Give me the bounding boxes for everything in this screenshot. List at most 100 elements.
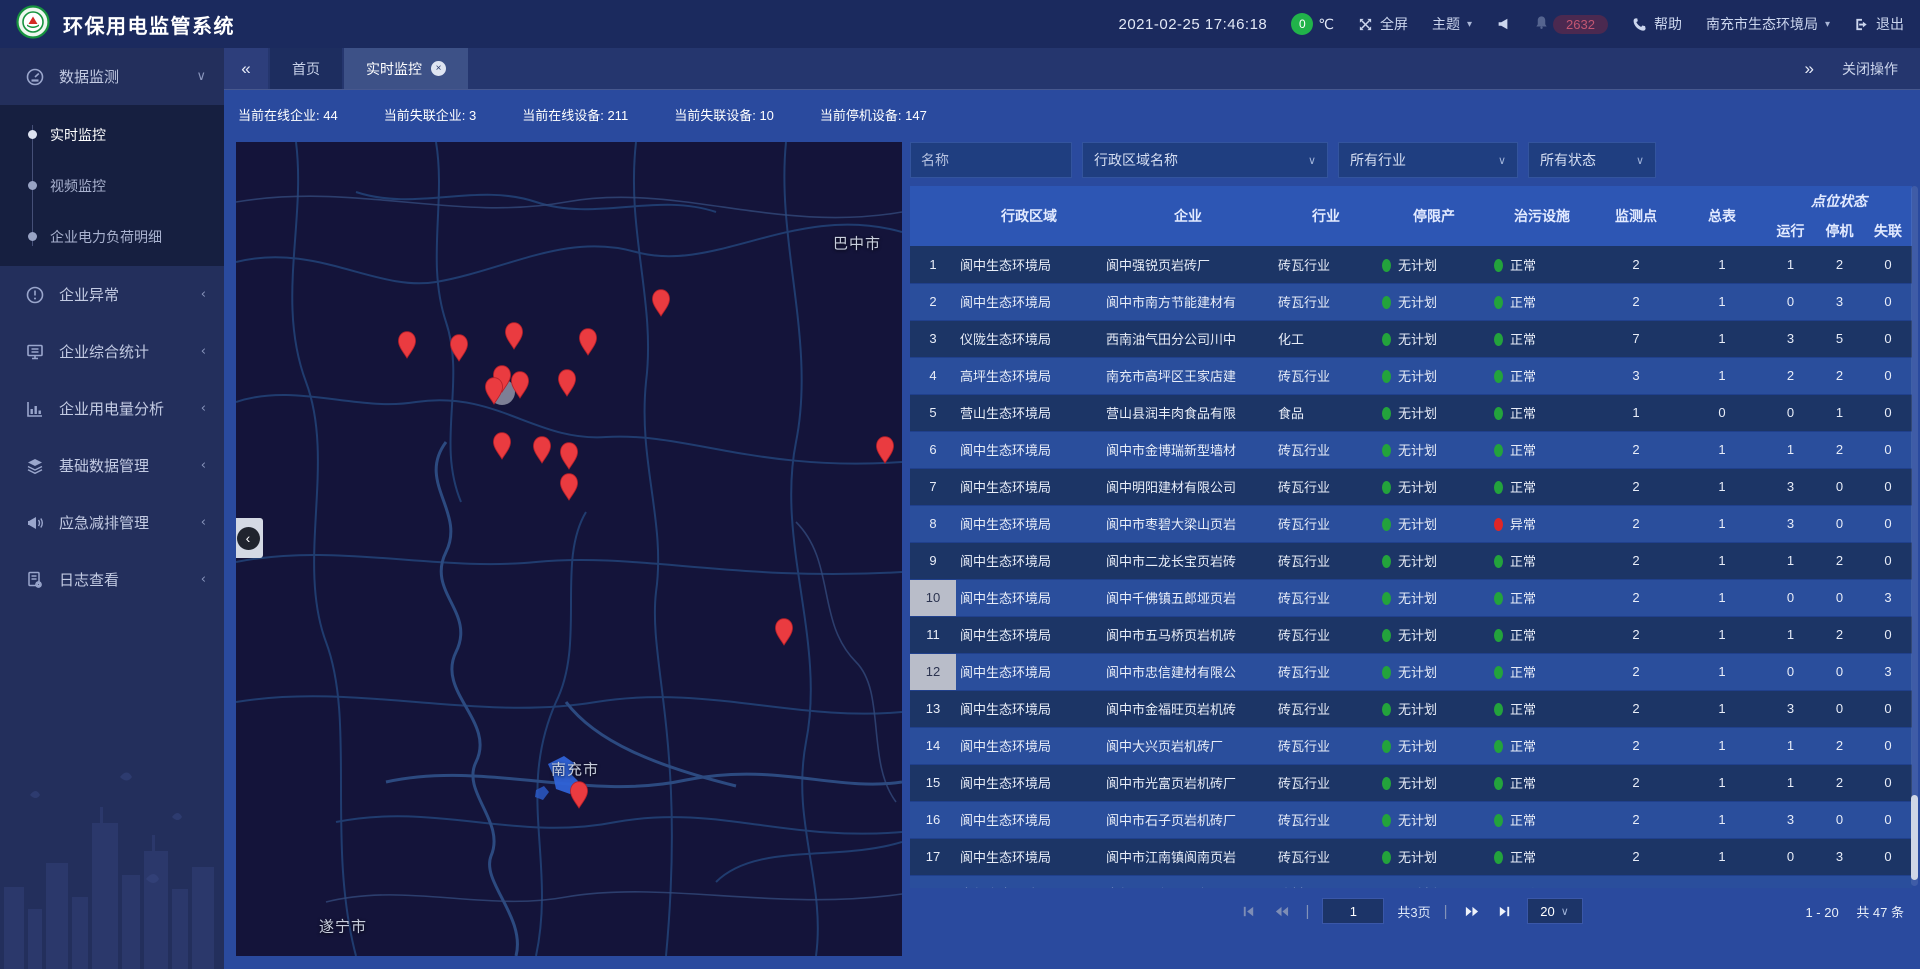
table-row[interactable]: 7 阆中生态环境局 阆中明阳建材有限公司 砖瓦行业 无计划 正常 2 1 3 0… — [910, 468, 1912, 505]
table-row[interactable]: 2 阆中生态环境局 阆中市南方节能建材有 砖瓦行业 无计划 正常 2 1 0 3… — [910, 283, 1912, 320]
industry-cell: 砖瓦行业 — [1274, 690, 1378, 727]
fullscreen-button[interactable]: 全屏 — [1358, 14, 1408, 34]
industry-cell: 砖瓦行业 — [1274, 357, 1378, 394]
col-total-meter: 总表 — [1678, 186, 1766, 246]
first-page-button[interactable] — [1239, 904, 1258, 919]
table-row[interactable]: 18 南部生态环境局 南部县砌华山河有限公 建材加工 无计划 正常 6 2 3 … — [910, 875, 1912, 888]
sidebar-item-power-analysis[interactable]: 企业用电量分析 ‹ — [0, 380, 224, 437]
table-row[interactable]: 8 阆中生态环境局 阆中市枣碧大梁山页岩 砖瓦行业 无计划 异常 2 1 3 0… — [910, 505, 1912, 542]
company-cell: 阆中市枣碧大梁山页岩 — [1102, 505, 1274, 542]
chevron-down-icon: ∨ — [1498, 154, 1506, 167]
limit-status-dot-icon — [1382, 703, 1391, 716]
sidebar-subitem-label: 视频监控 — [50, 176, 106, 196]
prev-page-button[interactable] — [1271, 904, 1292, 919]
org-dropdown[interactable]: 南充市生态环境局 ▾ — [1706, 14, 1830, 34]
limit-status-dot-icon — [1382, 814, 1391, 827]
next-page-button[interactable] — [1461, 904, 1482, 919]
industry-cell: 砖瓦行业 — [1274, 653, 1378, 690]
status-filter-select[interactable]: 所有状态 ∨ — [1528, 142, 1656, 178]
scrollbar-thumb[interactable] — [1911, 795, 1918, 880]
stopped-count-cell: 5 — [1815, 320, 1864, 357]
mute-button[interactable] — [1496, 17, 1510, 31]
row-index-cell: 7 — [910, 468, 956, 505]
region-cell: 阆中生态环境局 — [956, 246, 1102, 283]
table-scrollbar[interactable] — [1911, 186, 1918, 886]
limit-status-dot-icon — [1382, 444, 1391, 457]
chevron-left-icon: ‹ — [201, 572, 206, 587]
company-cell: 阆中市光富页岩机砖厂 — [1102, 764, 1274, 801]
offline-count-cell: 0 — [1864, 616, 1912, 653]
sidebar-item-video-monitor[interactable]: 视频监控 — [0, 160, 224, 211]
table-row[interactable]: 9 阆中生态环境局 阆中市二龙长宝页岩砖 砖瓦行业 无计划 正常 2 1 1 2… — [910, 542, 1912, 579]
facility-status-label: 正常 — [1510, 258, 1536, 273]
company-cell: 营山县润丰肉食品有限 — [1102, 394, 1274, 431]
page-number-input[interactable] — [1322, 898, 1384, 924]
sidebar-item-power-load-detail[interactable]: 企业电力负荷明细 — [0, 211, 224, 262]
industry-filter-select[interactable]: 所有行业 ∨ — [1338, 142, 1518, 178]
industry-cell: 化工 — [1274, 320, 1378, 357]
table-row[interactable]: 12 阆中生态环境局 阆中市忠信建材有限公 砖瓦行业 无计划 正常 2 1 0 … — [910, 653, 1912, 690]
page-size-select[interactable]: 20 ∨ — [1527, 898, 1583, 924]
name-filter-input[interactable] — [910, 142, 1072, 178]
table-row[interactable]: 1 阆中生态环境局 阆中强锐页岩砖厂 砖瓦行业 无计划 正常 2 1 1 2 0 — [910, 246, 1912, 283]
stopped-count-cell: 2 — [1815, 357, 1864, 394]
running-count-cell: 0 — [1766, 394, 1815, 431]
table-row[interactable]: 5 营山生态环境局 营山县润丰肉食品有限 食品 无计划 正常 1 0 0 1 0 — [910, 394, 1912, 431]
notification-bell[interactable]: 2632 — [1534, 15, 1608, 34]
alert-count-badge: 2632 — [1553, 15, 1608, 34]
table-row[interactable]: 3 仪陇生态环境局 西南油气田分公司川中 化工 无计划 正常 7 1 3 5 0 — [910, 320, 1912, 357]
last-page-button[interactable] — [1495, 904, 1514, 919]
sidebar-item-company-abnormal[interactable]: 企业异常 ‹ — [0, 266, 224, 323]
industry-cell: 砖瓦行业 — [1274, 801, 1378, 838]
help-button[interactable]: 帮助 — [1632, 14, 1682, 34]
sidebar-item-company-statistics[interactable]: 企业综合统计 ‹ — [0, 323, 224, 380]
tabs-scroll-right-button[interactable]: » — [1805, 59, 1814, 79]
stopped-count-cell: 2 — [1815, 616, 1864, 653]
sidebar-item-label: 数据监测 — [59, 66, 119, 87]
close-operations-button[interactable]: 关闭操作 — [1842, 59, 1898, 79]
region-filter-select[interactable]: 行政区域名称 ∨ — [1082, 142, 1328, 178]
region-cell: 阆中生态环境局 — [956, 616, 1102, 653]
monitor-points-cell: 2 — [1594, 579, 1678, 616]
limit-status-label: 无计划 — [1398, 443, 1437, 458]
tabs-scroll-left-button[interactable]: « — [224, 48, 268, 89]
table-row[interactable]: 16 阆中生态环境局 阆中市石子页岩机砖厂 砖瓦行业 无计划 正常 2 1 3 … — [910, 801, 1912, 838]
table-row[interactable]: 14 阆中生态环境局 阆中大兴页岩机砖厂 砖瓦行业 无计划 正常 2 1 1 2… — [910, 727, 1912, 764]
table-row[interactable]: 10 阆中生态环境局 阆中千佛镇五郎垭页岩 砖瓦行业 无计划 正常 2 1 0 … — [910, 579, 1912, 616]
gauge-icon — [25, 67, 45, 87]
facility-status-label: 正常 — [1510, 776, 1536, 791]
table-row[interactable]: 4 高坪生态环境局 南充市高坪区王家店建 砖瓦行业 无计划 正常 3 1 2 2… — [910, 357, 1912, 394]
sidebar-item-data-monitoring[interactable]: 数据监测 ∨ — [0, 48, 224, 105]
industry-cell: 砖瓦行业 — [1274, 246, 1378, 283]
limit-status-label: 无计划 — [1398, 258, 1437, 273]
help-label: 帮助 — [1654, 14, 1682, 34]
sidebar-item-log-view[interactable]: 日志查看 ‹ — [0, 551, 224, 608]
logout-button[interactable]: 退出 — [1854, 14, 1904, 34]
table-row[interactable]: 11 阆中生态环境局 阆中市五马桥页岩机砖 砖瓦行业 无计划 正常 2 1 1 … — [910, 616, 1912, 653]
tab-home[interactable]: 首页 — [270, 48, 342, 89]
stopped-count-cell: 0 — [1815, 690, 1864, 727]
facility-status-label: 正常 — [1510, 628, 1536, 643]
table-row[interactable]: 17 阆中生态环境局 阆中市江南镇阆南页岩 砖瓦行业 无计划 正常 2 1 0 … — [910, 838, 1912, 875]
running-count-cell: 0 — [1766, 653, 1815, 690]
limit-status-dot-icon — [1382, 629, 1391, 642]
sidebar-item-emergency-reduction[interactable]: 应急减排管理 ‹ — [0, 494, 224, 551]
sidebar-item-realtime-monitor[interactable]: 实时监控 — [0, 109, 224, 160]
stat-item: 当前在线企业44 — [238, 105, 338, 124]
total-meter-cell: 2 — [1678, 875, 1766, 888]
facility-status-label: 正常 — [1510, 665, 1536, 680]
table-row[interactable]: 6 阆中生态环境局 阆中市金博瑞新型墙材 砖瓦行业 无计划 正常 2 1 1 2… — [910, 431, 1912, 468]
table-row[interactable]: 13 阆中生态环境局 阆中市金福旺页岩机砖 砖瓦行业 无计划 正常 2 1 3 … — [910, 690, 1912, 727]
sidebar-item-base-data[interactable]: 基础数据管理 ‹ — [0, 437, 224, 494]
map-collapse-button[interactable]: ‹ — [236, 518, 263, 558]
table-row[interactable]: 15 阆中生态环境局 阆中市光富页岩机砖厂 砖瓦行业 无计划 正常 2 1 1 … — [910, 764, 1912, 801]
theme-dropdown[interactable]: 主题 ▾ — [1432, 14, 1472, 34]
map-panel[interactable]: 巴中市南充市遂宁市 ‹ — [236, 142, 902, 956]
offline-count-cell: 0 — [1864, 690, 1912, 727]
tab-realtime-monitor[interactable]: 实时监控 × — [344, 48, 468, 89]
close-tab-icon[interactable]: × — [431, 61, 446, 76]
temperature: 0 ℃ — [1291, 13, 1334, 35]
facility-status-dot-icon — [1494, 814, 1503, 827]
region-cell: 阆中生态环境局 — [956, 764, 1102, 801]
facility-status-label: 正常 — [1510, 739, 1536, 754]
